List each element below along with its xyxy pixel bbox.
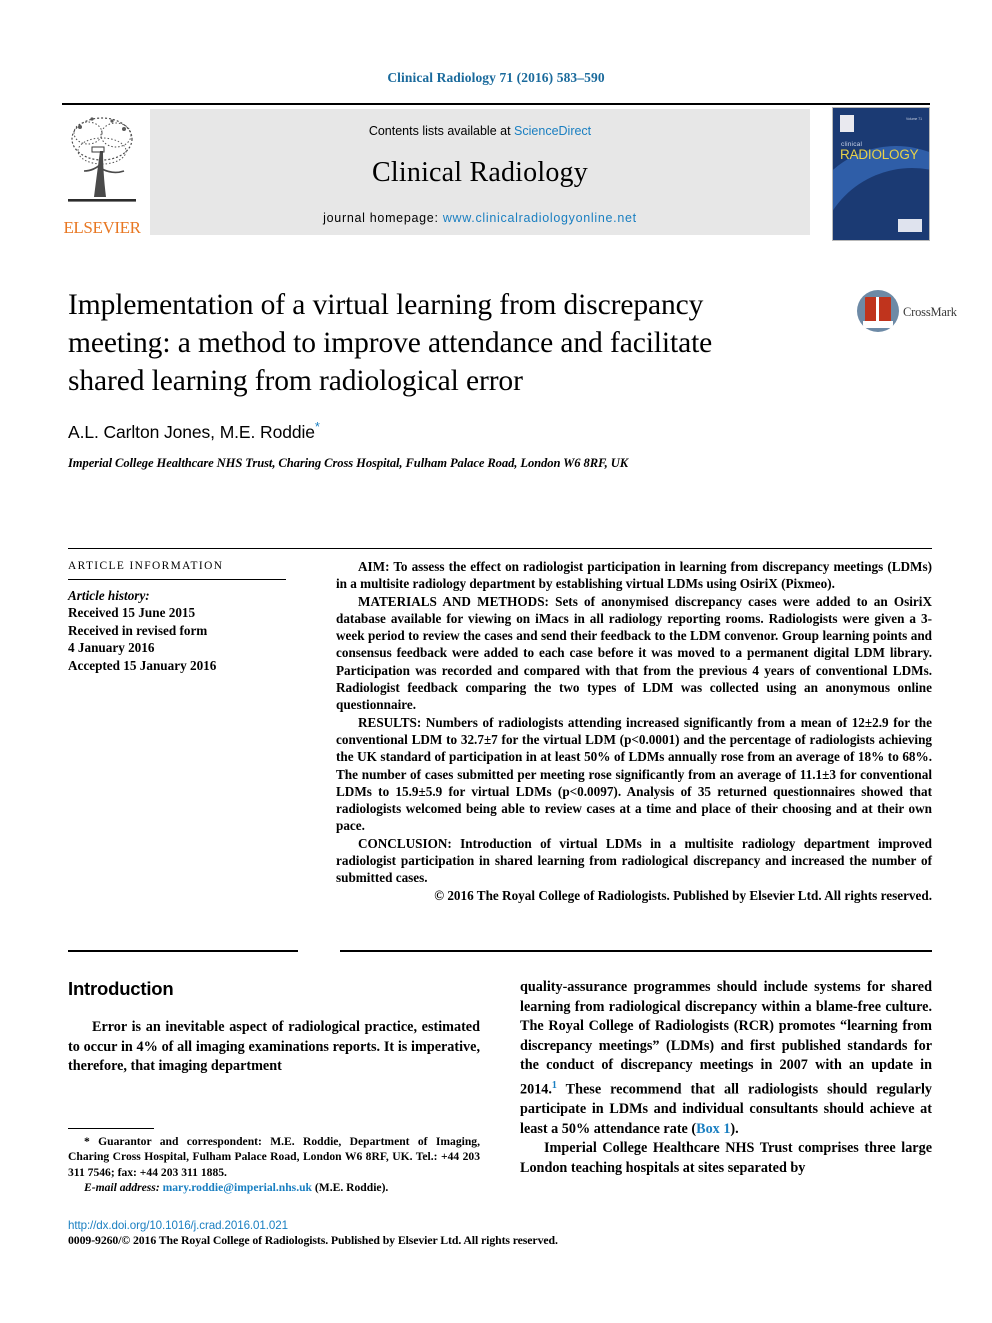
footnote-corresponding-text: Guarantor and correspondent: M.E. Roddie… <box>68 1135 480 1179</box>
abstract: AIM: To assess the effect on radiologist… <box>336 558 932 904</box>
footnote-email-owner: (M.E. Roddie). <box>314 1181 389 1195</box>
introduction-paragraph-right-1: quality-assurance programmes should incl… <box>520 978 932 1139</box>
footnote-email-label: E-mail address: <box>84 1181 160 1195</box>
article-information-panel: article information Article history: Rec… <box>68 560 308 674</box>
abstract-copyright: © 2016 The Royal College of Radiologists… <box>434 887 932 903</box>
footnote-rule <box>68 1128 154 1129</box>
journal-article-page: Clinical Radiology 71 (2016) 583–590 ELS… <box>0 0 992 1323</box>
footnote-email: E-mail address: mary.roddie@imperial.nhs… <box>68 1180 480 1195</box>
article-history-revised-label: Received in revised form <box>68 622 208 638</box>
article-history-accepted: Accepted 15 January 2016 <box>68 657 217 673</box>
abstract-conclusion-label: CONCLUSION: <box>358 835 452 851</box>
abstract-results-paragraph: RESULTS: Numbers of radiologists attendi… <box>336 714 932 835</box>
body-rule-right <box>340 950 932 952</box>
title-block: Implementation of a virtual learning fro… <box>68 286 758 471</box>
footnote-email-link[interactable]: mary.roddie@imperial.nhs.uk <box>163 1181 312 1194</box>
section-heading-introduction: Introduction <box>68 978 174 999</box>
intro-right-text-a: quality-assurance programmes should incl… <box>520 979 932 1098</box>
homepage-link[interactable]: www.clinicalradiologyonline.net <box>443 211 637 225</box>
elsevier-wordmark: ELSEVIER <box>63 218 141 237</box>
article-history-received: Received 15 June 2015 <box>68 605 196 620</box>
box-1-link[interactable]: Box 1 <box>696 1121 730 1137</box>
journal-cover-thumbnail: Volume 71 clinical RADIOLOGY <box>832 107 930 241</box>
abstract-results-text: Numbers of radiologists attending increa… <box>336 714 932 834</box>
article-information-rule <box>68 579 286 580</box>
introduction-paragraph-left: Error is an inevitable aspect of radiolo… <box>68 1019 480 1075</box>
intro-right-text-c: ). <box>730 1120 739 1137</box>
abstract-methods-paragraph: MATERIALS AND METHODS: Sets of anonymise… <box>336 593 932 714</box>
abstract-methods-label: MATERIALS AND METHODS: <box>358 593 549 609</box>
abstract-methods-text: Sets of anonymised discrepancy cases wer… <box>336 593 932 713</box>
abstract-aim-text: To assess the effect on radiologist part… <box>336 559 932 592</box>
journal-masthead: ELSEVIER Contents lists available at Sci… <box>62 103 930 241</box>
elsevier-tree-icon <box>66 111 138 211</box>
page-title: Implementation of a virtual learning fro… <box>68 289 713 397</box>
article-information-heading: article information <box>68 560 224 572</box>
corresponding-author-marker[interactable]: * <box>315 419 320 434</box>
contents-lists-line: Contents lists available at ScienceDirec… <box>150 124 810 138</box>
issn-copyright-line: 0009-9260/© 2016 The Royal College of Ra… <box>68 1233 558 1247</box>
body-rule-left <box>68 950 298 952</box>
introduction-paragraph-right-2: Imperial College Healthcare NHS Trust co… <box>520 1140 932 1177</box>
doi-link[interactable]: http://dx.doi.org/10.1016/j.crad.2016.01… <box>68 1219 288 1232</box>
sciencedirect-link[interactable]: ScienceDirect <box>514 124 591 138</box>
elsevier-logo: ELSEVIER <box>62 109 144 241</box>
body-column-left: Introduction Error is an inevitable aspe… <box>68 978 480 1077</box>
cover-elsevier-icon <box>840 115 854 132</box>
cover-rcr-badge <box>898 219 922 232</box>
cover-volume-text: Volume 71 <box>905 117 922 121</box>
author-list: A.L. Carlton Jones, M.E. Roddie* <box>68 419 758 443</box>
abstract-top-rule <box>68 548 932 549</box>
crossmark-badge[interactable]: CrossMark <box>857 288 957 336</box>
abstract-aim-paragraph: AIM: To assess the effect on radiologist… <box>336 558 932 593</box>
article-history-revised-date: 4 January 2016 <box>68 640 155 655</box>
crossmark-label: CrossMark <box>903 305 957 319</box>
article-history-label: Article history: <box>68 588 150 603</box>
cover-title-large: RADIOLOGY <box>840 147 919 162</box>
masthead-center-panel: Contents lists available at ScienceDirec… <box>150 109 810 235</box>
crossmark-book-icon <box>863 297 893 328</box>
abstract-aim-label: AIM: <box>358 559 390 574</box>
footnote-block: * Guarantor and correspondent: M.E. Rodd… <box>68 1134 480 1196</box>
affiliation: Imperial College Healthcare NHS Trust, C… <box>68 455 629 470</box>
author-names: A.L. Carlton Jones, M.E. Roddie <box>68 421 315 442</box>
body-column-right: quality-assurance programmes should incl… <box>520 978 932 1179</box>
footnote-corresponding: * Guarantor and correspondent: M.E. Rodd… <box>68 1134 480 1180</box>
homepage-prefix: journal homepage: <box>323 211 439 225</box>
abstract-conclusion-paragraph: CONCLUSION: Introduction of virtual LDMs… <box>336 835 932 887</box>
abstract-results-label: RESULTS: <box>358 714 422 730</box>
journal-homepage-line: journal homepage: www.clinicalradiologyo… <box>150 211 810 225</box>
running-head: Clinical Radiology 71 (2016) 583–590 <box>387 70 605 85</box>
contents-prefix: Contents lists available at <box>368 124 511 138</box>
journal-title: Clinical Radiology <box>372 157 588 188</box>
